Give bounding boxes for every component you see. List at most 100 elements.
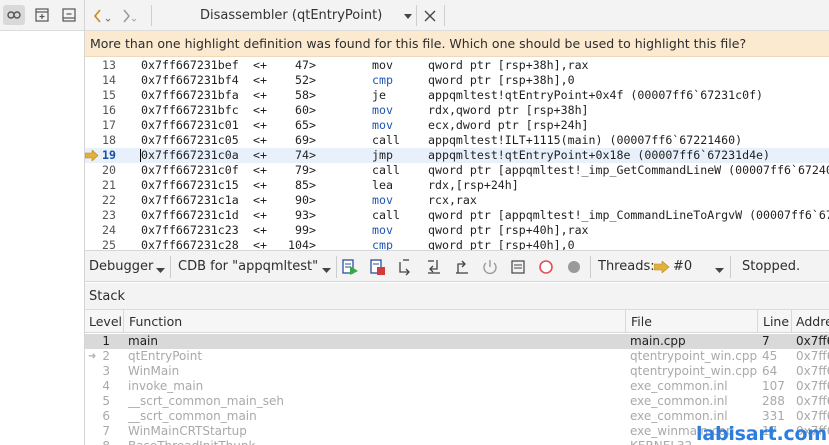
- line-number: 18: [102, 133, 116, 147]
- left-panel: [0, 0, 85, 445]
- step-into-icon[interactable]: [425, 258, 443, 276]
- disassembly-line[interactable]: 24 0x7ff667231c23 <+ 99 > mov qword ptr [rsp+4…: [85, 223, 829, 238]
- chevron-down-icon[interactable]: [403, 10, 413, 25]
- disassembly-line[interactable]: 18 0x7ff667231c05 <+ 69 > call appqmltest!ILT+…: [85, 133, 829, 148]
- offset-prefix: <+: [253, 118, 267, 132]
- disassembly-line[interactable]: 16 0x7ff667231bfc <+ 60 > mov rdx,qword ptr [r…: [85, 103, 829, 118]
- instruction-operands: rdx,[rsp+24h]: [428, 178, 519, 192]
- chevron-down-icon[interactable]: [715, 264, 724, 279]
- step-out-icon[interactable]: [453, 258, 471, 276]
- stack-frame-row[interactable]: 6 __scrt_common_main exe_common.inl 331 0x7f…: [85, 409, 829, 424]
- offset-suffix: >: [309, 178, 316, 192]
- instruction-operands: appqmltest!qtEntryPoint+0x4f (00007ff6`6…: [428, 88, 764, 102]
- frame-address: 0x7ff6: [796, 409, 829, 423]
- record-icon[interactable]: [537, 258, 555, 276]
- instruction-address: 0x7ff667231c05: [141, 133, 239, 147]
- disassembly-line[interactable]: 17 0x7ff667231c01 <+ 65 > mov ecx,dword ptr [r…: [85, 118, 829, 133]
- frame-function: invoke_main: [128, 379, 204, 393]
- thread-arrow-icon: [653, 260, 670, 277]
- column-separator[interactable]: [625, 310, 626, 333]
- left-panel-toolbar: [0, 0, 84, 31]
- line-number: 14: [102, 73, 116, 87]
- split-add-icon[interactable]: [31, 5, 53, 25]
- instruction-mnemonic: mov: [372, 193, 393, 207]
- disassembly-line[interactable]: 25 0x7ff667231c28 <+ 104 > cmp qword ptr [rsp+…: [85, 238, 829, 250]
- instruction-mnemonic: call: [372, 208, 400, 222]
- disassembly-line[interactable]: 23 0x7ff667231c1d <+ 93 > call qword ptr [appq…: [85, 208, 829, 223]
- instruction-address: 0x7ff667231c1d: [141, 208, 239, 222]
- line-number: 21: [102, 178, 116, 192]
- disassembly-line[interactable]: 22 0x7ff667231c1a <+ 90 > mov rcx,rax: [85, 193, 829, 208]
- continue-debug-icon[interactable]: [341, 258, 359, 276]
- offset-prefix: <+: [253, 163, 267, 177]
- frame-file: qtentrypoint_win.cpp: [630, 364, 758, 378]
- restart-debug-icon[interactable]: [481, 258, 499, 276]
- thread-select[interactable]: #0: [673, 259, 692, 274]
- stack-panel-title: Stack: [85, 283, 829, 310]
- offset-suffix: >: [309, 133, 316, 147]
- frame-level: 7: [102, 424, 110, 438]
- chevron-down-icon[interactable]: [156, 264, 165, 279]
- column-header-level[interactable]: Level: [89, 314, 122, 329]
- stack-frame-row[interactable]: 4 invoke_main exe_common.inl 107 0x7ff6: [85, 379, 829, 394]
- disassembly-line[interactable]: 13 0x7ff667231bef <+ 47 > mov qword ptr [rsp+3…: [85, 58, 829, 73]
- frame-address: 0x7ff6: [796, 394, 829, 408]
- back-icon[interactable]: [90, 6, 114, 26]
- offset-prefix: <+: [253, 148, 267, 162]
- frame-function: __scrt_common_main: [128, 409, 257, 423]
- instruction-offset: 65: [295, 118, 309, 132]
- forward-icon[interactable]: [118, 6, 142, 26]
- stack-frame-row[interactable]: 5 __scrt_common_main_seh exe_common.inl 288…: [85, 394, 829, 409]
- line-number: 15: [102, 88, 116, 102]
- instruction-address: 0x7ff667231c01: [141, 118, 239, 132]
- disassembly-line[interactable]: 14 0x7ff667231bf4 <+ 52 > cmp qword ptr [rsp+3…: [85, 73, 829, 88]
- link-icon[interactable]: [3, 5, 25, 25]
- column-header-function[interactable]: Function: [129, 314, 182, 329]
- column-separator[interactable]: [791, 310, 792, 333]
- disassembly-editor[interactable]: 13 0x7ff667231bef <+ 47 > mov qword ptr [rsp+3…: [85, 57, 829, 250]
- chevron-down-icon[interactable]: [322, 264, 331, 279]
- disassembly-line[interactable]: 20 0x7ff667231c0f <+ 79 > call qword ptr [appq…: [85, 163, 829, 178]
- column-header-file[interactable]: File: [631, 314, 652, 329]
- column-header-address[interactable]: Addre: [796, 314, 829, 329]
- instruction-offset: 90: [295, 193, 309, 207]
- document-title[interactable]: Disassembler (qtEntryPoint): [200, 8, 382, 23]
- offset-suffix: >: [309, 118, 316, 132]
- close-split-icon[interactable]: [58, 5, 80, 25]
- line-number: 16: [102, 103, 116, 117]
- reverse-direction-icon[interactable]: [565, 258, 583, 276]
- instruction-mnemonic: mov: [372, 223, 393, 237]
- offset-prefix: <+: [253, 58, 267, 72]
- stack-frame-row[interactable]: ➜ 2 qtEntryPoint qtentrypoint_win.cpp 45 0x7f…: [85, 349, 829, 364]
- column-header-line[interactable]: Line: [763, 314, 789, 329]
- column-separator[interactable]: [123, 310, 124, 333]
- instruction-operands: rdx,qword ptr [rsp+38h]: [428, 103, 589, 117]
- offset-suffix: >: [309, 223, 316, 237]
- stack-frame-row[interactable]: 1 main main.cpp 7 0x7ff6: [85, 334, 829, 349]
- instruction-operands: qword ptr [rsp+38h],0: [428, 73, 575, 87]
- instruction-offset: 58: [295, 88, 309, 102]
- line-number: 20: [102, 163, 116, 177]
- disassembly-line[interactable]: 21 0x7ff667231c15 <+ 85 > lea rdx,[rsp+24h]: [85, 178, 829, 193]
- threads-label: Threads:: [598, 259, 655, 274]
- stack-frame-row[interactable]: 3 WinMain qtentrypoint_win.cpp 64 0x7ff6: [85, 364, 829, 379]
- toolbar-separator: [590, 256, 591, 278]
- disassembly-line[interactable]: 15 0x7ff667231bfa <+ 58 > je appqmltest!qtEntr…: [85, 88, 829, 103]
- offset-prefix: <+: [253, 103, 267, 117]
- debugger-toolbar: Debugger CDB for "appqmltest" Threads: #…: [85, 250, 829, 282]
- instruction-offset: 79: [295, 163, 309, 177]
- frame-file: qtentrypoint_win.cpp: [630, 349, 758, 363]
- close-icon[interactable]: [422, 8, 438, 24]
- instruction-address: 0x7ff667231c23: [141, 223, 239, 237]
- stop-debug-icon[interactable]: [369, 258, 387, 276]
- column-separator[interactable]: [757, 310, 758, 333]
- step-over-icon[interactable]: [396, 258, 414, 276]
- instruction-mnemonic: je: [372, 88, 386, 102]
- disassembly-line[interactable]: 19 0x7ff667231c0a <+ 74 > jmp appqmltest!qtEnt…: [85, 148, 829, 163]
- line-number: 17: [102, 118, 116, 132]
- instruction-operands: appqmltest!ILT+1115(main) (00007ff6`6722…: [428, 133, 743, 147]
- frame-level: 5: [102, 394, 110, 408]
- engine-select[interactable]: CDB for "appqmltest": [178, 259, 318, 274]
- perspective-select[interactable]: Debugger: [89, 259, 153, 274]
- operate-by-instruction-icon[interactable]: [509, 258, 527, 276]
